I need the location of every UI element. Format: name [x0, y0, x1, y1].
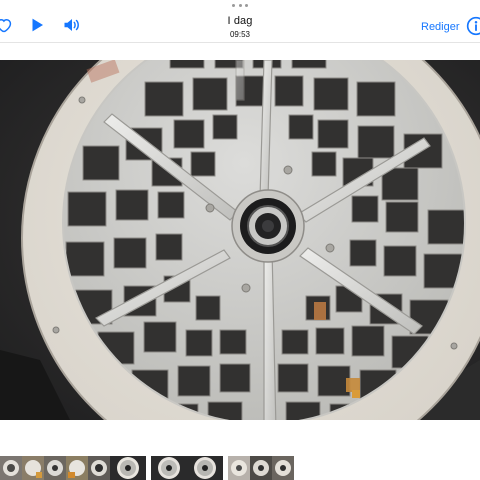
thumbnail-bar	[0, 456, 480, 480]
thumbnail[interactable]	[228, 456, 250, 480]
photo-viewer: I dag 09:53 Rediger	[0, 0, 480, 480]
speaker-icon	[64, 19, 79, 31]
favorite-button[interactable]	[0, 16, 12, 34]
thumbnail[interactable]	[187, 456, 223, 480]
thumbnail[interactable]	[272, 456, 294, 480]
thumbnail-selected[interactable]	[110, 456, 146, 480]
info-icon	[466, 16, 480, 36]
info-button[interactable]	[466, 16, 480, 36]
main-photo[interactable]	[0, 60, 480, 420]
top-bar: I dag 09:53 Rediger	[0, 0, 480, 43]
edit-button[interactable]: Rediger	[421, 21, 460, 33]
time-label: 09:53	[229, 30, 251, 39]
thumbnail[interactable]	[88, 456, 110, 480]
thumbnail[interactable]	[66, 456, 88, 480]
date-time-header: I dag 09:53	[190, 15, 290, 40]
more-dots-icon[interactable]	[232, 2, 248, 8]
play-icon	[32, 18, 43, 32]
thumbnail[interactable]	[22, 456, 44, 480]
sound-button[interactable]	[62, 16, 82, 34]
thumbnail[interactable]	[250, 456, 272, 480]
thumbnail-strip[interactable]	[0, 456, 294, 480]
speaker-grille-photo	[0, 60, 480, 420]
heart-outline-icon	[0, 18, 12, 33]
thumbnail[interactable]	[151, 456, 187, 480]
play-button[interactable]	[28, 16, 46, 34]
thumbnail[interactable]	[44, 456, 66, 480]
page-title: I dag	[227, 15, 253, 27]
thumbnail[interactable]	[0, 456, 22, 480]
